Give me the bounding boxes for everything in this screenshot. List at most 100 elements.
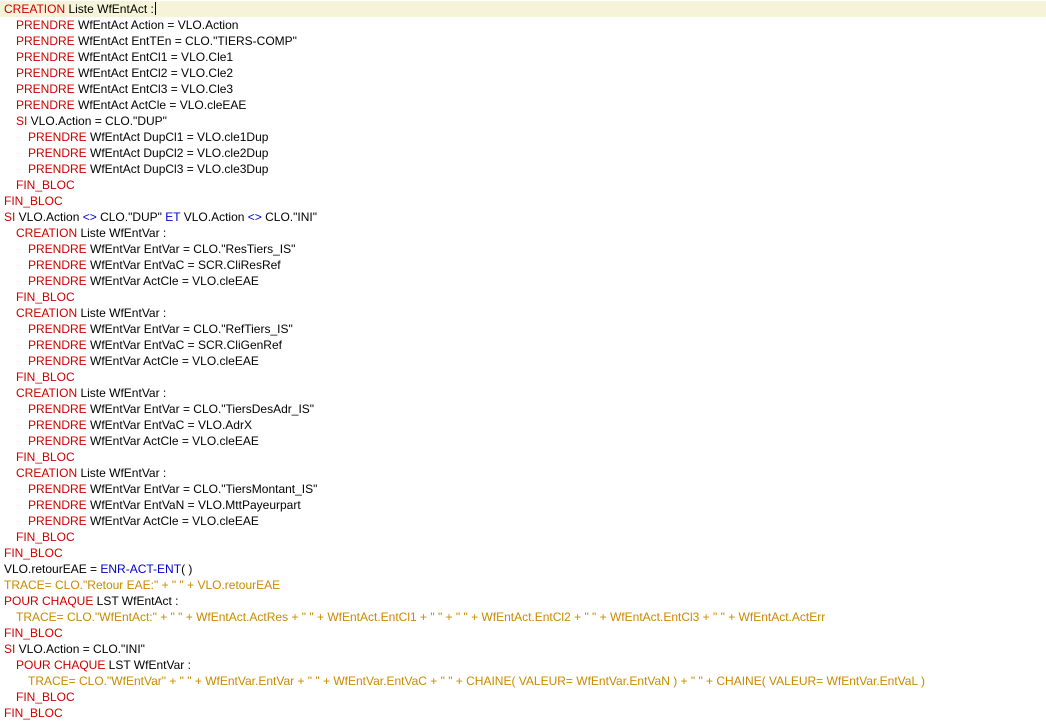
code-line[interactable]: FIN_BLOC (0, 545, 1046, 561)
code-token: WfEntAct DupCl3 = VLO.cle3Dup (86, 162, 269, 176)
code-line[interactable]: VLO.retourEAE = ENR-ACT-ENT( ) (0, 561, 1046, 577)
code-line[interactable]: PRENDRE WfEntAct EntCl3 = VLO.Cle3 (0, 81, 1046, 97)
code-line[interactable]: CREATION Liste WfEntAct : (0, 1, 1046, 17)
code-line[interactable]: PRENDRE WfEntVar EntVaC = SCR.CliResRef (0, 257, 1046, 273)
keyword-token: CREATION (16, 306, 78, 320)
code-line[interactable]: POUR CHAQUE LST WfEntAct : (0, 593, 1046, 609)
code-line[interactable]: PRENDRE WfEntVar EntVaN = VLO.MttPayeurp… (0, 497, 1046, 513)
code-line[interactable]: SI VLO.Action = CLO."DUP" (0, 113, 1046, 129)
code-token: WfEntAct ActCle = VLO.cleEAE (74, 98, 247, 112)
keyword-token: SI (4, 210, 16, 224)
keyword-token: POUR CHAQUE (16, 658, 106, 672)
code-token: WfEntVar EntVaC = SCR.CliGenRef (86, 338, 282, 352)
code-token: VLO.Action = CLO."INI" (15, 642, 145, 656)
keyword-token: PRENDRE (16, 18, 75, 32)
code-line[interactable]: PRENDRE WfEntAct EntTEn = CLO."TIERS-COM… (0, 33, 1046, 49)
keyword-token: PRENDRE (28, 242, 87, 256)
code-line[interactable]: FIN_BLOC (0, 289, 1046, 305)
keyword-token: FIN_BLOC (4, 194, 63, 208)
code-line[interactable]: POUR CHAQUE LST WfEntVar : (0, 657, 1046, 673)
code-line[interactable]: PRENDRE WfEntVar EntVar = CLO."TiersMont… (0, 481, 1046, 497)
code-token: LST WfEntAct : (93, 594, 179, 608)
code-line[interactable]: FIN_BLOC (0, 449, 1046, 465)
code-token: WfEntAct EntCl1 = VLO.Cle1 (74, 50, 234, 64)
code-token: VLO.Action (180, 210, 248, 224)
operator-token: <> (82, 210, 97, 224)
code-line[interactable]: TRACE= CLO."WfEntAct:" + " " + WfEntAct.… (0, 609, 1046, 625)
code-token: CLO."DUP" (96, 210, 166, 224)
keyword-token: PRENDRE (16, 50, 75, 64)
code-token: WfEntAct Action = VLO.Action (74, 18, 239, 32)
code-token: WfEntVar EntVar = CLO."TiersMontant_IS" (86, 482, 318, 496)
code-token: Liste WfEntVar : (77, 226, 167, 240)
keyword-token: PRENDRE (28, 514, 87, 528)
keyword-token: FIN_BLOC (4, 706, 63, 720)
code-token: LST WfEntVar : (105, 658, 191, 672)
code-line[interactable]: CREATION Liste WfEntVar : (0, 465, 1046, 481)
code-line[interactable]: PRENDRE WfEntAct DupCl3 = VLO.cle3Dup (0, 161, 1046, 177)
code-line[interactable]: PRENDRE WfEntVar EntVar = CLO."RefTiers_… (0, 321, 1046, 337)
code-line[interactable]: PRENDRE WfEntAct ActCle = VLO.cleEAE (0, 97, 1046, 113)
code-line[interactable]: SI VLO.Action = CLO."INI" (0, 641, 1046, 657)
code-line[interactable]: PRENDRE WfEntAct EntCl2 = VLO.Cle2 (0, 65, 1046, 81)
keyword-token: PRENDRE (28, 146, 87, 160)
code-line[interactable]: CREATION Liste WfEntVar : (0, 385, 1046, 401)
keyword-token: PRENDRE (28, 354, 87, 368)
code-token: WfEntAct EntCl2 = VLO.Cle2 (74, 66, 234, 80)
keyword-token: CREATION (4, 2, 66, 16)
code-line[interactable]: CREATION Liste WfEntVar : (0, 305, 1046, 321)
code-token: Liste WfEntVar : (77, 466, 167, 480)
code-line[interactable]: PRENDRE WfEntVar EntVaC = SCR.CliGenRef (0, 337, 1046, 353)
code-line[interactable]: PRENDRE WfEntVar ActCle = VLO.cleEAE (0, 273, 1046, 289)
code-line[interactable]: SI VLO.Action <> CLO."DUP" ET VLO.Action… (0, 209, 1046, 225)
code-line[interactable]: TRACE= CLO."WfEntVar" + " " + WfEntVar.E… (0, 673, 1046, 689)
code-line[interactable]: PRENDRE WfEntVar ActCle = VLO.cleEAE (0, 433, 1046, 449)
code-editor[interactable]: CREATION Liste WfEntAct : PRENDRE WfEntAc… (0, 0, 1046, 723)
code-token: WfEntVar ActCle = VLO.cleEAE (86, 354, 259, 368)
code-line[interactable]: PRENDRE WfEntVar ActCle = VLO.cleEAE (0, 513, 1046, 529)
keyword-token: FIN_BLOC (16, 530, 75, 544)
code-line[interactable]: PRENDRE WfEntAct Action = VLO.Action (0, 17, 1046, 33)
code-token: WfEntVar EntVar = CLO."RefTiers_IS" (86, 322, 293, 336)
operator-token: <> (247, 210, 262, 224)
code-line[interactable]: PRENDRE WfEntAct DupCl2 = VLO.cle2Dup (0, 145, 1046, 161)
code-line[interactable]: FIN_BLOC (0, 689, 1046, 705)
keyword-token: PRENDRE (28, 130, 87, 144)
keyword-token: PRENDRE (28, 434, 87, 448)
code-line[interactable]: PRENDRE WfEntAct EntCl1 = VLO.Cle1 (0, 49, 1046, 65)
code-line[interactable]: PRENDRE WfEntVar EntVaC = VLO.AdrX (0, 417, 1046, 433)
code-line[interactable]: FIN_BLOC (0, 625, 1046, 641)
code-line[interactable]: CREATION Liste WfEntVar : (0, 225, 1046, 241)
keyword-token: CREATION (16, 226, 78, 240)
code-line[interactable]: PRENDRE WfEntAct DupCl1 = VLO.cle1Dup (0, 129, 1046, 145)
code-line[interactable]: FIN_BLOC (0, 369, 1046, 385)
code-line[interactable]: PRENDRE WfEntVar EntVar = CLO."ResTiers_… (0, 241, 1046, 257)
code-line[interactable]: TRACE= CLO."Retour EAE:" + " " + VLO.ret… (0, 577, 1046, 593)
keyword-token: FIN_BLOC (16, 290, 75, 304)
keyword-token: PRENDRE (16, 98, 75, 112)
code-token: WfEntVar ActCle = VLO.cleEAE (86, 274, 259, 288)
code-line[interactable]: FIN_BLOC (0, 705, 1046, 721)
keyword-token: PRENDRE (28, 402, 87, 416)
keyword-token: POUR CHAQUE (4, 594, 94, 608)
keyword-token: SI (16, 114, 28, 128)
code-token: WfEntVar EntVar = CLO."ResTiers_IS" (86, 242, 296, 256)
code-token: WfEntVar EntVaC = VLO.AdrX (86, 418, 252, 432)
keyword-token: PRENDRE (16, 66, 75, 80)
code-line[interactable]: PRENDRE WfEntVar ActCle = VLO.cleEAE (0, 353, 1046, 369)
trace-token: TRACE= CLO."WfEntVar" + " " + WfEntVar.E… (28, 674, 926, 688)
code-line[interactable]: FIN_BLOC (0, 177, 1046, 193)
code-line[interactable]: FIN_BLOC (0, 193, 1046, 209)
keyword-token: CREATION (16, 386, 78, 400)
code-line[interactable]: FIN_BLOC (0, 529, 1046, 545)
keyword-token: PRENDRE (28, 274, 87, 288)
code-token: Liste WfEntVar : (77, 386, 167, 400)
operator-token: ET (165, 210, 181, 224)
code-token: CLO."INI" (261, 210, 317, 224)
code-token: VLO.Action = CLO."DUP" (27, 114, 167, 128)
keyword-token: FIN_BLOC (16, 178, 75, 192)
code-token: Liste WfEntAct : (65, 2, 154, 16)
code-token: VLO.retourEAE = (4, 562, 101, 576)
code-line[interactable]: PRENDRE WfEntVar EntVar = CLO."TiersDesA… (0, 401, 1046, 417)
trace-token: TRACE= CLO."WfEntAct:" + " " + WfEntAct.… (16, 610, 826, 624)
